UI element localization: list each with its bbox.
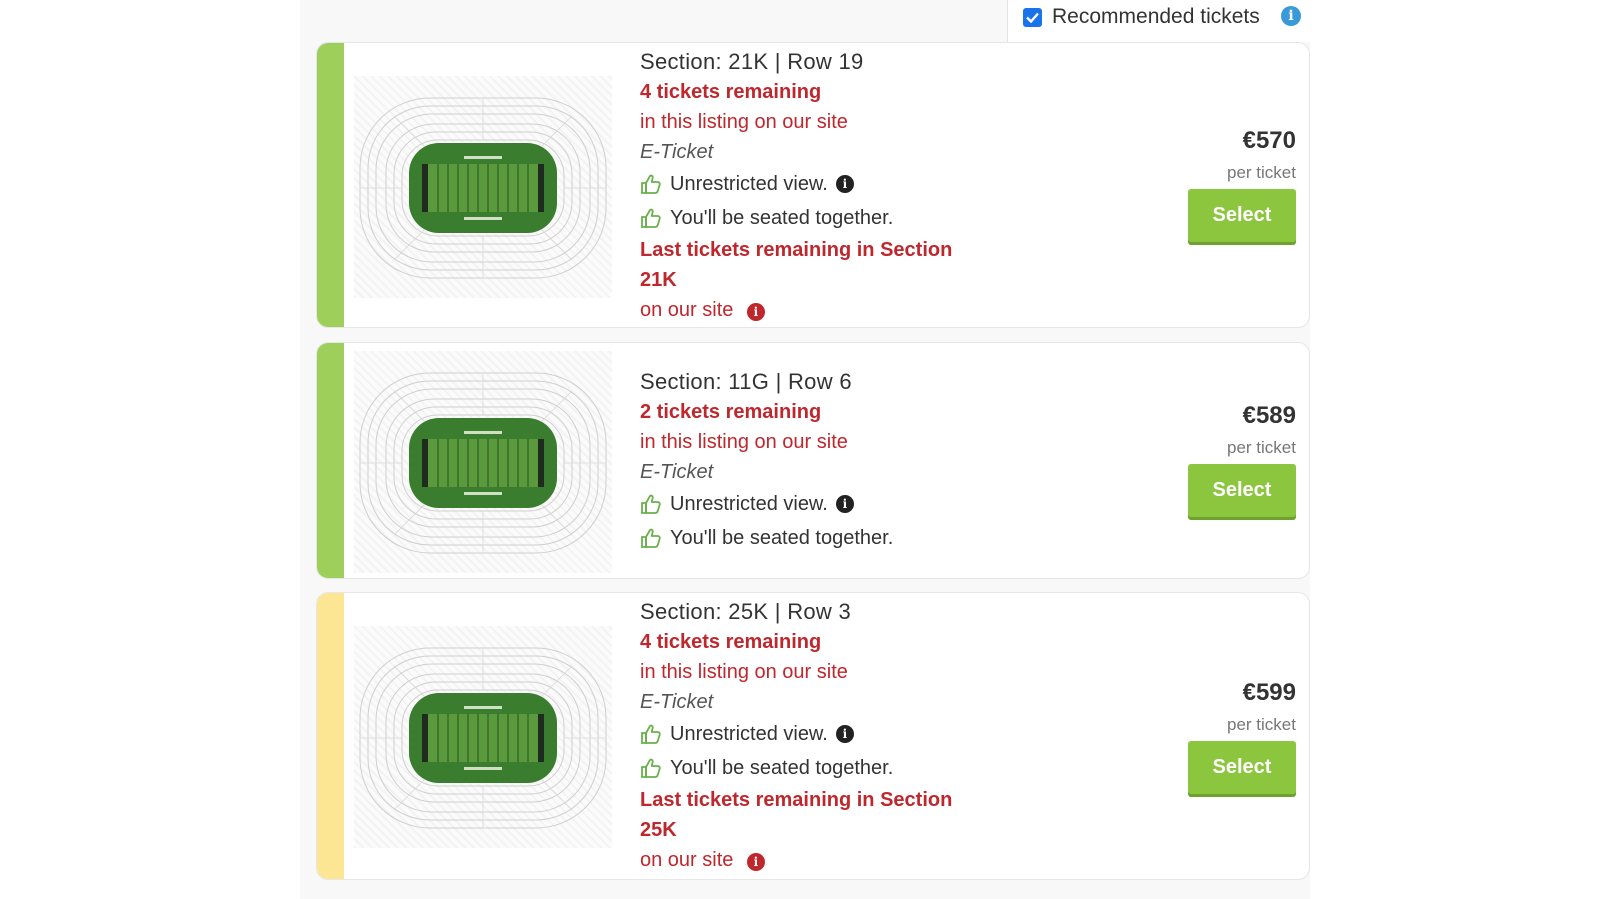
feature-label: Unrestricted view. — [670, 722, 828, 745]
thumbs-up-icon — [640, 493, 662, 515]
thumbs-up-icon — [640, 527, 662, 549]
select-button[interactable]: Select — [1188, 741, 1296, 794]
last-tickets-notice: Last tickets remaining in Section — [640, 789, 953, 811]
recommended-checkbox[interactable] — [1023, 8, 1042, 27]
section-title: Section: 21K | Row 19 — [640, 49, 864, 74]
info-icon[interactable]: i — [835, 725, 854, 743]
tickets-remaining: 4 tickets remaining — [640, 81, 822, 103]
feature-label: Unrestricted view. — [670, 172, 828, 195]
thumbs-up-icon — [640, 757, 662, 779]
listing-details: Section: 11G | Row 6 2 tickets remaining… — [640, 367, 893, 555]
ticket-price: €599 — [1242, 679, 1296, 706]
feature-label: You'll be seated together. — [670, 756, 894, 779]
last-tickets-note-text: on our site — [640, 849, 734, 871]
listing-details: Section: 21K | Row 19 4 tickets remainin… — [640, 47, 952, 325]
thumbs-up-icon — [640, 723, 662, 745]
per-ticket-label: per ticket — [1227, 438, 1296, 457]
last-tickets-notice: Last tickets remaining in Section — [640, 239, 953, 261]
per-ticket-label: per ticket — [1227, 715, 1296, 734]
info-icon[interactable]: i — [1281, 6, 1301, 26]
listing-details: Section: 25K | Row 3 4 tickets remaining… — [640, 597, 952, 875]
ticket-type: E-Ticket — [640, 461, 714, 483]
per-ticket-label: per ticket — [1227, 163, 1296, 182]
feature-unrestricted-view: Unrestricted view. i — [640, 487, 893, 521]
feature-unrestricted-view: Unrestricted view. i — [640, 167, 952, 201]
recommendation-strip — [317, 43, 344, 327]
thumbs-up-icon — [640, 207, 662, 229]
feature-label: You'll be seated together. — [670, 206, 894, 229]
price-block: €570 per ticket — [1176, 127, 1296, 183]
last-tickets-note: on our site i — [640, 845, 952, 875]
stadium-map — [354, 626, 612, 848]
feature-seated-together: You'll be seated together. — [640, 521, 893, 555]
section-title: Section: 25K | Row 3 — [640, 599, 852, 624]
info-icon[interactable]: i — [746, 303, 765, 321]
tickets-remaining: 4 tickets remaining — [640, 631, 822, 653]
recommended-label[interactable]: Recommended tickets — [1052, 5, 1260, 29]
listing-note: in this listing on our site — [640, 661, 848, 683]
select-button[interactable]: Select — [1188, 189, 1296, 242]
listing-note: in this listing on our site — [640, 111, 848, 133]
info-icon[interactable]: i — [835, 495, 854, 513]
listing-note: in this listing on our site — [640, 431, 848, 453]
last-tickets-note-text: on our site — [640, 299, 734, 321]
feature-label: You'll be seated together. — [670, 526, 894, 549]
recommendation-strip — [317, 343, 344, 578]
price-block: €589 per ticket — [1176, 402, 1296, 458]
price-block: €599 per ticket — [1176, 679, 1296, 735]
ticket-type: E-Ticket — [640, 691, 714, 713]
tickets-remaining: 2 tickets remaining — [640, 401, 822, 423]
info-icon[interactable]: i — [746, 853, 765, 871]
ticket-price: €589 — [1242, 402, 1296, 429]
feature-label: Unrestricted view. — [670, 492, 828, 515]
last-tickets-section: 25K — [640, 819, 677, 841]
recommendation-strip — [317, 593, 344, 879]
last-tickets-note: on our site i — [640, 295, 952, 325]
ticket-listing-card[interactable]: Section: 25K | Row 3 4 tickets remaining… — [316, 592, 1310, 880]
feature-seated-together: You'll be seated together. — [640, 201, 952, 235]
ticket-listing-card[interactable]: Section: 21K | Row 19 4 tickets remainin… — [316, 42, 1310, 328]
stadium-map — [354, 351, 612, 573]
section-title: Section: 11G | Row 6 — [640, 369, 852, 394]
ticket-listing-card[interactable]: Section: 11G | Row 6 2 tickets remaining… — [316, 342, 1310, 579]
feature-seated-together: You'll be seated together. — [640, 751, 952, 785]
ticket-price: €570 — [1242, 127, 1296, 154]
select-button[interactable]: Select — [1188, 464, 1296, 517]
stadium-map — [354, 76, 612, 298]
thumbs-up-icon — [640, 173, 662, 195]
feature-unrestricted-view: Unrestricted view. i — [640, 717, 952, 751]
recommended-filter: Recommended tickets i — [1007, 0, 1311, 42]
ticket-type: E-Ticket — [640, 141, 714, 163]
info-icon[interactable]: i — [835, 175, 854, 193]
last-tickets-section: 21K — [640, 269, 677, 291]
